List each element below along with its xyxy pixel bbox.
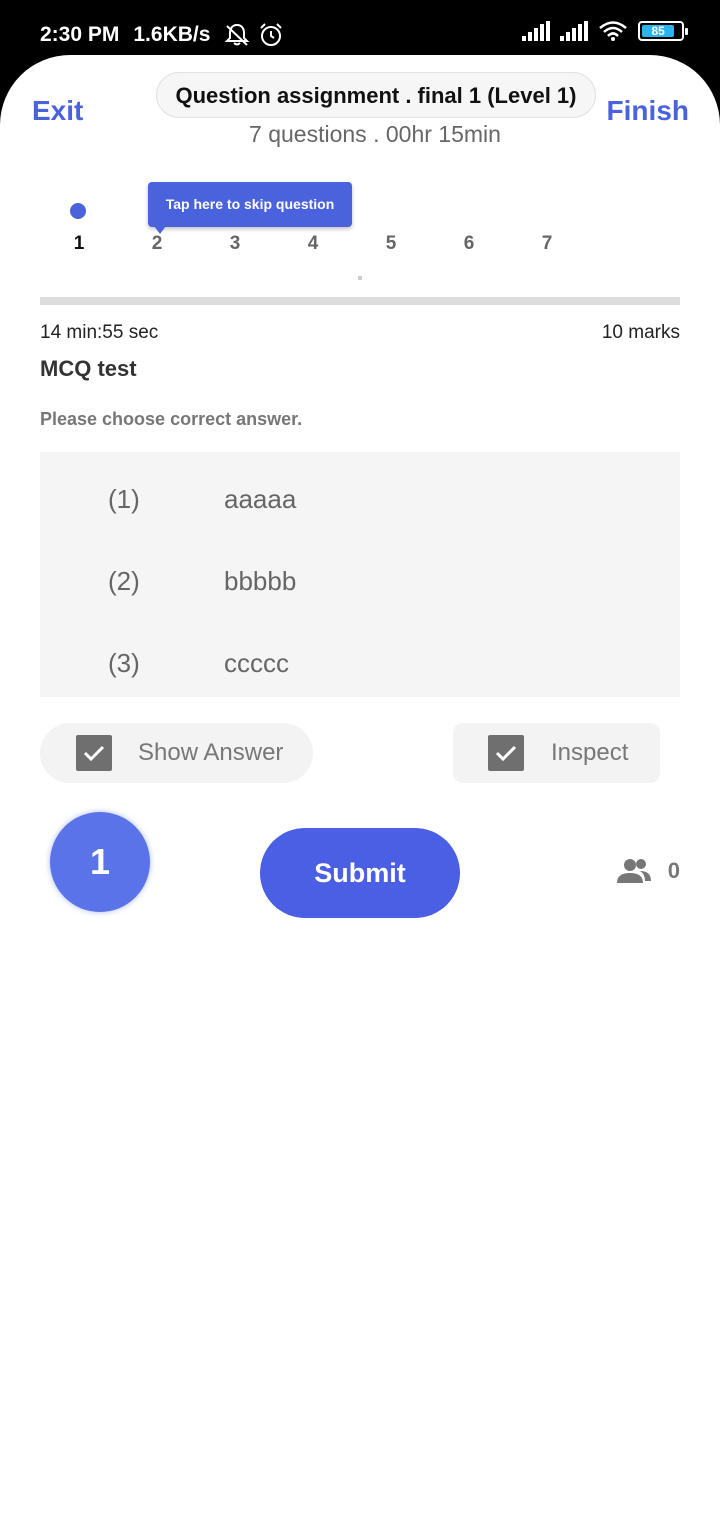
battery-icon: 85 [638,21,688,41]
question-timer: 14 min:55 sec [40,322,159,343]
option-number: (3) [108,648,140,678]
mute-icon [225,23,250,46]
participants-count: 0 [667,858,680,883]
show-answer-checkbox[interactable] [76,735,112,771]
question-number-1[interactable]: 1 [64,233,94,255]
question-number-5[interactable]: 5 [376,233,406,255]
answer-options: (1) aaaaa (2) bbbbb (3) ccccc [40,452,680,697]
option-text: ccccc [224,648,289,678]
question-title: MCQ test [40,356,137,381]
battery-level: 85 [642,25,675,38]
status-right: 85 [522,20,688,42]
participants-indicator: 0 [616,858,680,884]
assignment-subtitle: 7 questions . 00hr 15min [249,121,501,147]
current-question-indicator [70,203,86,219]
assignment-sheet: Exit Question assignment . final 1 (Leve… [0,55,720,1520]
check-icon [495,745,517,762]
alarm-icon [260,23,283,46]
show-answer-toggle[interactable]: Show Answer [40,723,313,783]
answer-option-1[interactable]: (1) aaaaa [40,460,680,530]
question-number-2[interactable]: 2 [142,233,172,255]
network-speed: 1.6KB/s [133,23,211,46]
option-number: (1) [108,484,140,514]
signal-icon [522,21,550,41]
inspect-label: Inspect [551,739,629,766]
question-navigator: 1 2 3 4 5 6 7 Tap here to skip question [40,182,680,305]
inspect-toggle[interactable]: Inspect [453,723,660,783]
question-number-4[interactable]: 4 [298,233,328,255]
question-number-7[interactable]: 7 [532,233,562,255]
question-instruction: Please choose correct answer. [40,409,303,429]
page-indicator-dot [358,276,362,280]
status-time: 2:30 PM [40,23,120,46]
check-icon [83,745,105,762]
question-number-3[interactable]: 3 [220,233,250,255]
option-text: bbbbb [224,566,297,596]
question-marks: 10 marks [601,322,680,343]
question-progress-bar [40,297,680,305]
inspect-checkbox[interactable] [488,735,524,771]
answer-option-3[interactable]: (3) ccccc [40,624,680,694]
question-counter-badge[interactable]: 1 [50,812,150,912]
submit-button[interactable]: Submit [260,828,460,918]
people-icon [616,859,651,883]
answer-option-2[interactable]: (2) bbbbb [40,542,680,612]
assignment-title: Question assignment . final 1 (Level 1) [156,72,596,118]
question-number-6[interactable]: 6 [454,233,484,255]
skip-question-tooltip[interactable]: Tap here to skip question [148,182,352,234]
wifi-icon [599,21,627,41]
show-answer-label: Show Answer [138,739,284,766]
signal-icon [560,21,588,41]
option-text: aaaaa [224,484,297,514]
status-left: 2:30 PM 1.6KB/s [40,22,284,48]
option-number: (2) [108,566,140,596]
